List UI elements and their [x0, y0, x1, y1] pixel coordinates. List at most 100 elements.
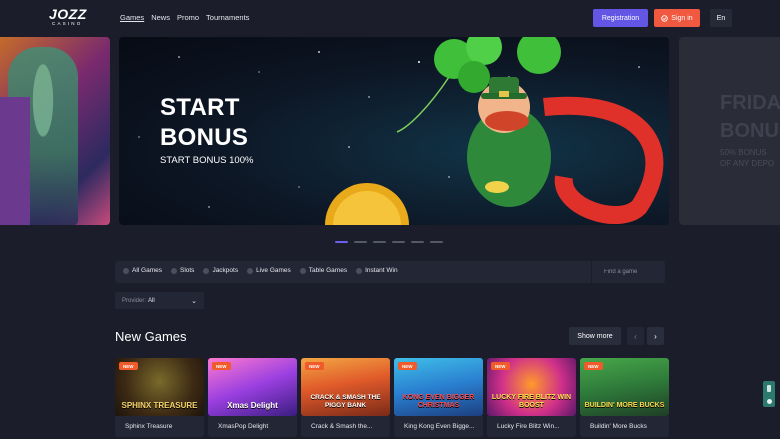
status-dot-icon: [766, 398, 772, 404]
next-arrow-button[interactable]: ›: [647, 327, 664, 345]
game-thumbnail[interactable]: NEW BUILDIN' MORE BUCKS: [580, 358, 669, 416]
game-name: King Kong Even Bigge...: [394, 416, 483, 437]
next-slide-title-line2: BONU: [720, 120, 779, 142]
game-card[interactable]: NEW Xmas Delight XmasPop Delight: [208, 358, 297, 437]
slots-icon: [170, 267, 177, 274]
provider-dropdown[interactable]: Provider: All ⌄: [115, 292, 204, 309]
game-art-title: BUILDIN' MORE BUCKS: [584, 402, 665, 409]
next-slide-subtitle-line1: 50% BONUS: [720, 148, 767, 157]
game-card[interactable]: NEW CRACK & SMASH THE PIGGY BANK Crack &…: [301, 358, 390, 437]
support-side-tab[interactable]: [763, 381, 775, 407]
category-label: Instant Win: [365, 267, 398, 274]
chevron-down-icon: ⌄: [191, 297, 197, 305]
instant-win-icon: [356, 267, 363, 274]
new-badge: NEW: [398, 362, 417, 370]
carousel-next-slide[interactable]: FRIDA BONU 50% BONUS OF ANY DEPO: [679, 37, 780, 225]
language-label: En: [716, 14, 726, 22]
top-header: JOZZ CASINO Games News Promo Tournaments…: [0, 0, 780, 36]
carousel-dot[interactable]: [392, 241, 405, 243]
category-live-games[interactable]: Live Games: [247, 267, 291, 274]
next-slide-title-line1: FRIDA: [720, 92, 780, 114]
game-thumbnail[interactable]: NEW Xmas Delight: [208, 358, 297, 416]
category-instant-win[interactable]: Instant Win: [356, 267, 398, 274]
slide-title-line2: BONUS: [160, 124, 249, 151]
carousel-prev-slide[interactable]: [0, 37, 110, 225]
nav-news[interactable]: News: [151, 13, 170, 22]
game-name: Lucky Fire Blitz Win...: [487, 416, 576, 437]
game-name: XmasPop Delight: [208, 416, 297, 437]
nav-tournaments[interactable]: Tournaments: [206, 13, 249, 22]
show-more-button[interactable]: Show more: [569, 327, 621, 345]
game-card[interactable]: NEW SPHINX TREASURE Sphinx Treasure: [115, 358, 204, 437]
jozz-casino-logo[interactable]: JOZZ CASINO: [49, 7, 89, 29]
jackpots-icon: [203, 267, 210, 274]
game-card[interactable]: NEW LUCKY FIRE BLITZ WIN BOOST Lucky Fir…: [487, 358, 576, 437]
registration-button[interactable]: Registration: [593, 9, 648, 27]
support-icon: [767, 384, 771, 392]
carousel-dot[interactable]: [354, 241, 367, 243]
carousel-dot[interactable]: [373, 241, 386, 243]
games-row: NEW SPHINX TREASURE Sphinx Treasure NEW …: [115, 358, 669, 437]
game-art-title: LUCKY FIRE BLITZ WIN BOOST: [491, 394, 572, 409]
category-label: Slots: [179, 267, 195, 274]
new-badge: NEW: [584, 362, 603, 370]
category-label: All Games: [132, 267, 162, 274]
prev-arrow-button[interactable]: ‹: [627, 327, 644, 345]
carousel-pagination: [335, 241, 443, 243]
table-games-icon: [299, 267, 306, 274]
game-art-title: Xmas Delight: [227, 401, 278, 410]
game-thumbnail[interactable]: NEW CRACK & SMASH THE PIGGY BANK: [301, 358, 390, 416]
main-nav: Games News Promo Tournaments: [120, 13, 249, 22]
game-name: Buildin' More Bucks: [580, 416, 669, 437]
category-jackpots[interactable]: Jackpots: [203, 267, 238, 274]
live-games-icon: [247, 267, 254, 274]
game-name: Sphinx Treasure: [115, 416, 204, 437]
nav-games[interactable]: Games: [120, 13, 144, 22]
next-slide-subtitle: 50% BONUS OF ANY DEPO: [720, 147, 774, 169]
game-filter-bar: All Games Slots Jackpots Live Games Tabl…: [115, 261, 682, 283]
language-selector[interactable]: En: [710, 9, 732, 27]
chevron-left-icon: ‹: [634, 331, 637, 341]
game-thumbnail[interactable]: NEW KONG EVEN BIGGER CHRISTMAS: [394, 358, 483, 416]
game-card[interactable]: NEW KONG EVEN BIGGER CHRISTMAS King Kong…: [394, 358, 483, 437]
game-thumbnail[interactable]: NEW LUCKY FIRE BLITZ WIN BOOST: [487, 358, 576, 416]
new-badge: NEW: [212, 362, 231, 370]
show-more-label: Show more: [577, 332, 613, 340]
game-art-title: KONG EVEN BIGGER CHRISTMAS: [402, 394, 475, 409]
new-badge: NEW: [305, 362, 324, 370]
new-badge: NEW: [119, 362, 138, 370]
sign-in-button[interactable]: Sign in: [654, 9, 700, 27]
carousel-dot[interactable]: [430, 241, 443, 243]
category-tabs: All Games Slots Jackpots Live Games Tabl…: [123, 267, 398, 274]
game-thumbnail[interactable]: NEW SPHINX TREASURE: [115, 358, 204, 416]
sign-in-icon: [661, 14, 669, 22]
game-search: [591, 261, 682, 283]
search-input[interactable]: [604, 269, 682, 275]
category-slots[interactable]: Slots: [170, 267, 195, 274]
chevron-right-icon: ›: [654, 331, 657, 341]
next-slide-subtitle-line2: OF ANY DEPO: [720, 159, 775, 168]
sign-in-label: Sign in: [671, 14, 693, 22]
slide-title: START BONUS: [160, 93, 248, 153]
logo-text: JOZZ: [49, 6, 87, 22]
category-all-games[interactable]: All Games: [123, 267, 162, 274]
carousel-dot[interactable]: [411, 241, 424, 243]
character-jacket-art: [0, 97, 30, 225]
carousel-dot[interactable]: [335, 241, 348, 243]
slide-subtitle: START BONUS 100%: [160, 155, 254, 166]
category-label: Live Games: [256, 267, 291, 274]
category-table-games[interactable]: Table Games: [299, 267, 348, 274]
nav-promo[interactable]: Promo: [177, 13, 199, 22]
registration-label: Registration: [601, 14, 640, 22]
game-art-title: SPHINX TREASURE: [121, 401, 198, 410]
category-label: Jackpots: [212, 267, 239, 274]
carousel-active-slide[interactable]: START BONUS START BONUS 100%: [119, 37, 669, 225]
new-badge: NEW: [491, 362, 510, 370]
game-card[interactable]: NEW BUILDIN' MORE BUCKS Buildin' More Bu…: [580, 358, 669, 437]
section-title: New Games: [115, 329, 187, 344]
provider-value: All: [148, 297, 155, 304]
game-name: Crack & Smash the...: [301, 416, 390, 437]
category-label: Table Games: [308, 267, 348, 274]
game-art-title: CRACK & SMASH THE PIGGY BANK: [310, 394, 381, 409]
next-slide-title: FRIDA BONU: [720, 89, 780, 145]
